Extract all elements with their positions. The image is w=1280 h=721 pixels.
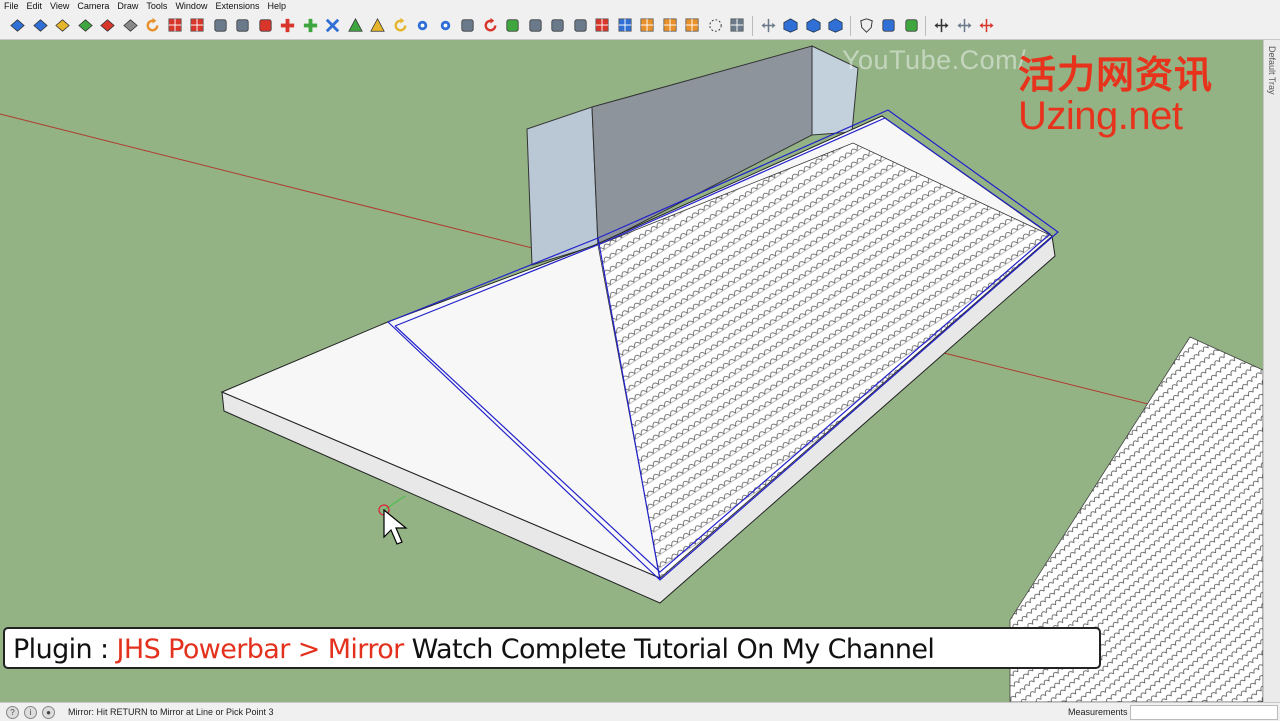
triangle-green-icon[interactable] (346, 16, 365, 35)
menu-extensions[interactable]: Extensions (211, 0, 263, 12)
cube-blue-3-icon[interactable] (826, 16, 845, 35)
menu-bar: File Edit View Camera Draw Tools Window … (0, 0, 1280, 12)
undo-red-icon[interactable] (481, 16, 500, 35)
red-axis-segment (939, 351, 1149, 405)
grid-orange-3-icon[interactable] (683, 16, 702, 35)
watermark-youtube: YouTube.Com/ (842, 45, 1027, 75)
measurements-input[interactable] (1130, 705, 1278, 720)
info-icon[interactable]: i (24, 706, 37, 719)
face-red-icon[interactable] (98, 16, 117, 35)
tray-label: Default Tray (1267, 46, 1277, 95)
toolbar-separator (751, 16, 753, 36)
menu-window[interactable]: Window (171, 0, 211, 12)
move-icon[interactable] (759, 16, 778, 35)
grid-red-2-icon[interactable] (188, 16, 207, 35)
caption-prefix: Plugin : (13, 634, 117, 665)
cube-blue-2-icon[interactable] (804, 16, 823, 35)
measurements-label: Measurements (1068, 707, 1128, 717)
mirror-icon[interactable] (955, 16, 974, 35)
curve-red-icon[interactable] (256, 16, 275, 35)
default-tray[interactable]: Default Tray (1263, 40, 1280, 702)
green-axis-stub (383, 495, 406, 511)
face-outline-icon[interactable] (121, 16, 140, 35)
menu-draw[interactable]: Draw (113, 0, 142, 12)
menu-file[interactable]: File (0, 0, 23, 12)
add-green-icon[interactable] (301, 16, 320, 35)
face-blue-icon[interactable] (31, 16, 50, 35)
grid-blue-icon[interactable] (616, 16, 635, 35)
menu-help[interactable]: Help (263, 0, 290, 12)
warning-yellow-icon[interactable] (368, 16, 387, 35)
gable-wall-left (526, 106, 599, 266)
grid-orange-icon[interactable] (638, 16, 657, 35)
cube-blue-icon[interactable] (781, 16, 800, 35)
grid-red-icon[interactable] (166, 16, 185, 35)
pen-blue-icon[interactable] (879, 16, 898, 35)
arrows-black-icon[interactable] (932, 16, 951, 35)
corner-icon[interactable] (233, 16, 252, 35)
flip-icon[interactable] (526, 16, 545, 35)
toolbar-separator (849, 16, 851, 36)
cross-blue-icon[interactable] (323, 16, 342, 35)
add-red-icon[interactable] (278, 16, 297, 35)
tile-red-icon[interactable] (593, 16, 612, 35)
status-message: Mirror: Hit RETURN to Mirror at Line or … (68, 707, 274, 717)
toolbar (0, 12, 1280, 40)
caption-highlight: JHS Powerbar > Mirror (116, 634, 405, 665)
status-bar: ? i ● Mirror: Hit RETURN to Mirror at Li… (0, 702, 1280, 721)
menu-view[interactable]: View (46, 0, 73, 12)
paint-icon[interactable] (571, 16, 590, 35)
star-blue-icon[interactable] (436, 16, 455, 35)
grid-orange-2-icon[interactable] (661, 16, 680, 35)
watermark-site: Uzing.net (1018, 94, 1183, 138)
shapes-icon[interactable] (548, 16, 567, 35)
dotted-grid-icon[interactable] (728, 16, 747, 35)
rotate-orange-icon[interactable] (143, 16, 162, 35)
tutorial-caption: Plugin : JHS Powerbar > Mirror Watch Com… (3, 627, 1101, 669)
menu-tools[interactable]: Tools (142, 0, 171, 12)
bucket-icon[interactable] (458, 16, 477, 35)
toolbar-separator (925, 16, 926, 36)
mirror-red-icon[interactable] (977, 16, 996, 35)
face-yellow-icon[interactable] (53, 16, 72, 35)
red-axis (0, 113, 561, 256)
shield-icon[interactable] (857, 16, 876, 35)
pen-green-icon[interactable] (902, 16, 921, 35)
push-pull-blue-icon[interactable] (8, 16, 27, 35)
face-green-icon[interactable] (76, 16, 95, 35)
caption-suffix: Watch Complete Tutorial On My Channel (403, 634, 935, 665)
menu-edit[interactable]: Edit (23, 0, 47, 12)
dotted-circle-icon[interactable] (706, 16, 725, 35)
modeling-viewport[interactable] (0, 40, 1263, 702)
mouse-cursor-icon (383, 508, 408, 545)
flag-icon[interactable] (211, 16, 230, 35)
watermark-chinese: 活力网资讯 (1018, 55, 1214, 97)
menu-camera[interactable]: Camera (73, 0, 113, 12)
help-icon[interactable]: ? (6, 706, 19, 719)
puzzle-green-icon[interactable] (503, 16, 522, 35)
user-icon[interactable]: ● (42, 706, 55, 719)
gear-blue-icon[interactable] (413, 16, 432, 35)
refresh-yellow-icon[interactable] (391, 16, 410, 35)
